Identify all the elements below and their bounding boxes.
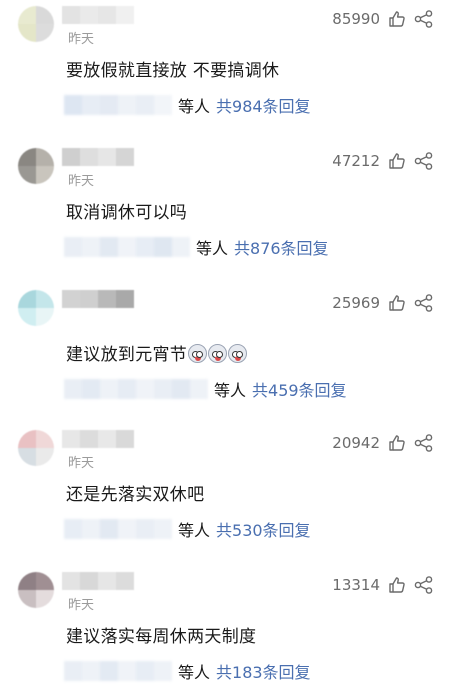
view-replies-link[interactable]: 共530条回复	[216, 517, 311, 541]
comment-text: 还是先落实双休吧	[66, 485, 205, 505]
share-icon[interactable]	[414, 152, 434, 170]
username-mosaic[interactable]	[62, 148, 134, 166]
replier-names-mosaic	[64, 379, 208, 399]
reply-summary[interactable]: 等人 共530条回复	[64, 518, 311, 540]
comment-text: 要放假就直接放 不要搞调休	[66, 61, 280, 81]
share-icon[interactable]	[414, 294, 434, 312]
comment-text: 取消调休可以吗	[66, 203, 188, 223]
username-mosaic[interactable]	[62, 6, 134, 24]
comment-text: 建议落实每周休两天制度	[66, 627, 257, 647]
like-count: 85990	[332, 10, 380, 28]
like-share-bar: 47212	[332, 152, 434, 170]
reply-summary[interactable]: 等人 共984条回复	[64, 94, 311, 116]
like-share-bar: 20942	[332, 434, 434, 452]
username-mosaic[interactable]	[62, 430, 134, 448]
avatar[interactable]	[18, 572, 54, 608]
reply-summary[interactable]: 等人 共459条回复	[64, 378, 347, 400]
avatar[interactable]	[18, 430, 54, 466]
comment-item: 昨天 13314 建议落实每周休两天制度等人 共183条回复	[0, 568, 450, 693]
like-share-bar: 13314	[332, 576, 434, 594]
comment-item: 昨天 47212 取消调休可以吗 等人 共876条回复	[0, 144, 450, 285]
comment-list: 昨天 85990 要放假就直接放 不要搞调休 等人 共984条回复 昨天 47212	[0, 0, 450, 693]
share-icon[interactable]	[414, 10, 434, 28]
view-replies-link[interactable]: 共984条回复	[216, 93, 311, 117]
comment-item: 昨天 20942 还是先落实双休吧等人 共530条回复	[0, 426, 450, 567]
reply-suffix: 等人	[196, 239, 229, 258]
comment-time: 昨天	[68, 174, 95, 189]
comment-item: 25969 建议放到元宵节等人 共459条回复	[0, 286, 450, 427]
replier-names-mosaic	[64, 95, 172, 115]
view-replies-link[interactable]: 共183条回复	[216, 659, 311, 683]
share-icon[interactable]	[414, 434, 434, 452]
comment-time: 昨天	[68, 598, 95, 613]
like-count: 47212	[332, 152, 380, 170]
shocked-face-emoji-icon	[228, 344, 248, 363]
reply-suffix: 等人	[214, 381, 247, 400]
reply-summary[interactable]: 等人 共876条回复	[64, 236, 329, 258]
avatar[interactable]	[18, 6, 54, 42]
comment-time: 昨天	[68, 456, 95, 471]
reply-suffix: 等人	[178, 97, 211, 116]
comment-text: 建议放到元宵节	[66, 340, 248, 365]
shocked-face-emoji-icon	[188, 344, 208, 363]
thumbs-up-icon[interactable]	[388, 152, 406, 170]
replier-names-mosaic	[64, 661, 172, 681]
comment-time: 昨天	[68, 32, 95, 47]
like-share-bar: 85990	[332, 10, 434, 28]
avatar[interactable]	[18, 148, 54, 184]
view-replies-link[interactable]: 共876条回复	[234, 235, 329, 259]
reply-summary[interactable]: 等人 共183条回复	[64, 660, 311, 682]
like-count: 20942	[332, 434, 380, 452]
reply-suffix: 等人	[178, 663, 211, 682]
username-mosaic[interactable]	[62, 572, 134, 590]
like-count: 25969	[332, 294, 380, 312]
comment-item: 昨天 85990 要放假就直接放 不要搞调休等人 共984条回复	[0, 2, 450, 143]
reply-suffix: 等人	[178, 521, 211, 540]
thumbs-up-icon[interactable]	[388, 10, 406, 28]
view-replies-link[interactable]: 共459条回复	[252, 377, 347, 401]
thumbs-up-icon[interactable]	[388, 434, 406, 452]
replier-names-mosaic	[64, 519, 172, 539]
share-icon[interactable]	[414, 576, 434, 594]
like-share-bar: 25969	[332, 294, 434, 312]
shocked-face-emoji-icon	[208, 344, 228, 363]
username-mosaic[interactable]	[62, 290, 134, 308]
thumbs-up-icon[interactable]	[388, 576, 406, 594]
avatar[interactable]	[18, 290, 54, 326]
thumbs-up-icon[interactable]	[388, 294, 406, 312]
replier-names-mosaic	[64, 237, 190, 257]
like-count: 13314	[332, 576, 380, 594]
